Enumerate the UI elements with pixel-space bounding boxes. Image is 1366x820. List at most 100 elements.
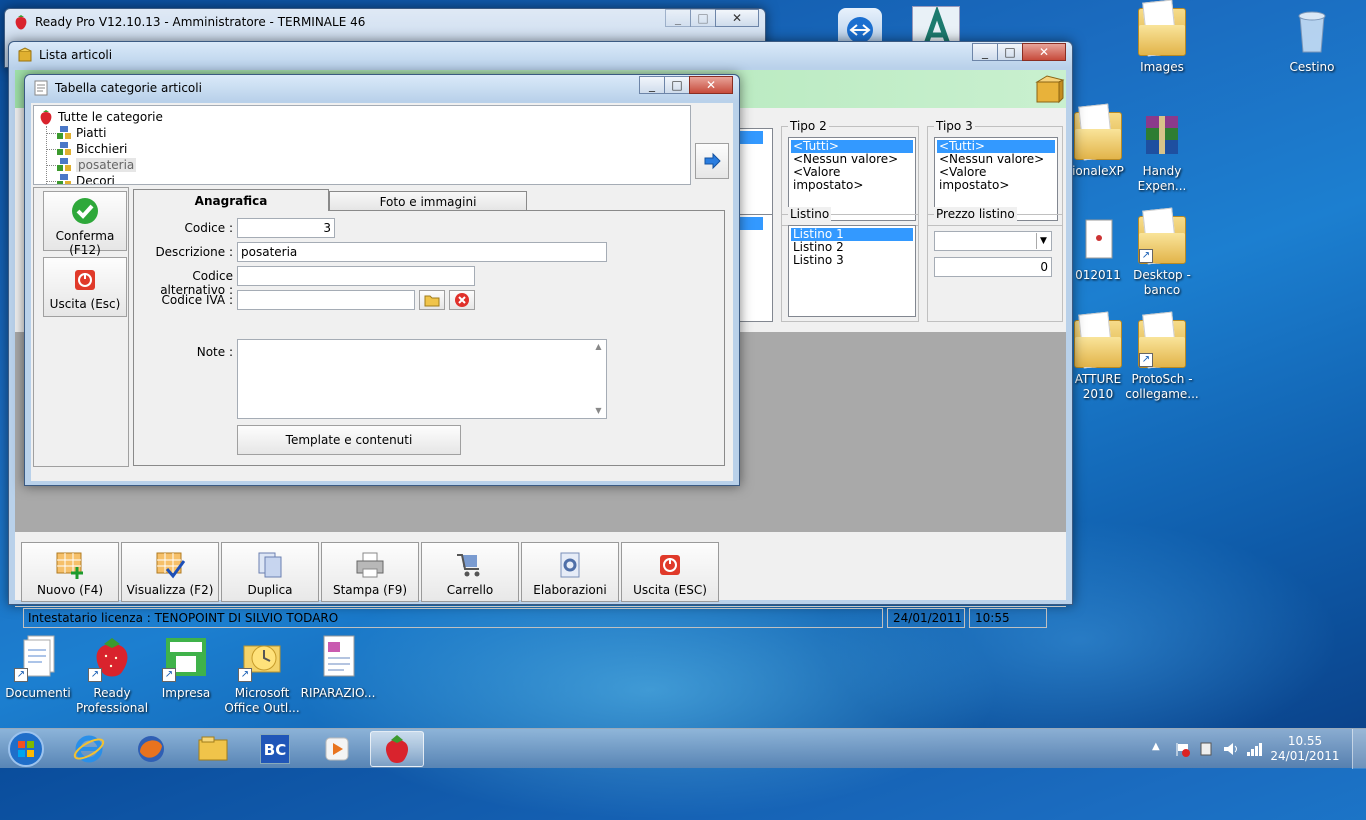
impresa-icon: ↗	[162, 634, 210, 682]
category-icon	[57, 142, 71, 155]
toolbar-label: Carrello	[446, 583, 494, 597]
conferma-label: Conferma (F12)	[55, 229, 115, 257]
clock-date: 24/01/2011	[1270, 749, 1340, 763]
desktop-icon-desktop-banco[interactable]: ↗ Desktop - banco	[1122, 216, 1202, 298]
tree-item[interactable]: Decori	[46, 173, 115, 184]
window-title: Tabella categorie articoli	[55, 81, 202, 95]
tab-label: Foto e immagini	[379, 195, 477, 209]
clear-iva-button[interactable]	[449, 290, 475, 310]
printer-icon	[355, 551, 385, 579]
tree-root-label: Tutte le categorie	[58, 110, 163, 124]
tree-item-label: Piatti	[76, 126, 107, 140]
status-date: 24/01/2011	[887, 608, 965, 628]
taskbar-bc[interactable]: BC	[248, 731, 302, 767]
nuovo-button[interactable]: Nuovo (F4)	[21, 542, 119, 602]
start-button[interactable]	[6, 730, 46, 768]
note-field[interactable]	[237, 339, 607, 419]
taskbar-ie[interactable]	[62, 731, 116, 767]
window-title: Lista articoli	[39, 48, 113, 62]
conferma-button[interactable]: Conferma (F12)	[43, 191, 127, 257]
categorie-titlebar: Tabella categorie articoli	[25, 75, 739, 101]
desktop-icon-label: Cestino	[1289, 60, 1335, 74]
tab-foto-immagini[interactable]: Foto e immagini	[329, 191, 527, 211]
tray-expand-icon[interactable]: ▲	[1152, 741, 1160, 752]
tree-item[interactable]: Piatti	[46, 125, 106, 141]
desktop-icon-impresa[interactable]: ↗ Impresa	[146, 634, 226, 701]
category-icon	[57, 174, 71, 184]
explorer-icon	[198, 736, 228, 761]
category-icon	[57, 158, 71, 171]
stampa-button[interactable]: Stampa (F9)	[321, 542, 419, 602]
tab-anagrafica[interactable]: Anagrafica	[133, 189, 329, 211]
note-scrollbar[interactable]: ▲ ▼	[591, 340, 606, 418]
desktop-icon-outlook[interactable]: ↗ Microsoft Office Outl...	[222, 634, 302, 716]
taskbar-explorer[interactable]	[186, 731, 240, 767]
descrizione-field[interactable]: posateria	[237, 242, 607, 262]
recycle-bin-icon	[1288, 8, 1336, 56]
strawberry-icon: ↗	[88, 634, 136, 682]
maximize-button[interactable]: □	[997, 43, 1023, 61]
tree-item-selected[interactable]: posateria	[46, 157, 137, 173]
taskbar-ready-pro[interactable]	[370, 731, 424, 767]
documents-icon: ↗	[14, 634, 62, 682]
desktop-icon-documenti[interactable]: ↗ Documenti	[0, 634, 78, 701]
tray-network-icon[interactable]	[1246, 741, 1264, 757]
list-item[interactable]: <Valore impostato>	[791, 166, 913, 192]
desktop-icon-cestino[interactable]: Cestino	[1272, 8, 1352, 75]
maximize-button[interactable]: □	[690, 9, 716, 27]
window-title: Ready Pro V12.10.13 - Amministratore - T…	[35, 15, 366, 29]
close-icon	[455, 293, 469, 307]
arrow-right-button[interactable]	[695, 143, 729, 179]
template-button-label: Template e contenuti	[285, 433, 413, 447]
view-table-icon	[155, 551, 186, 579]
desktop-icon-label: Microsoft Office Outl...	[224, 686, 300, 715]
show-desktop-button[interactable]	[1352, 729, 1366, 769]
list-item[interactable]: Listino 3	[791, 254, 913, 267]
listino-list[interactable]: Listino 1 Listino 2 Listino 3	[788, 225, 916, 317]
visualizza-button[interactable]: Visualizza (F2)	[121, 542, 219, 602]
carrello-button[interactable]: Carrello	[421, 542, 519, 602]
elaborazioni-button[interactable]: Elaborazioni	[521, 542, 619, 602]
status-time: 10:55	[969, 608, 1047, 628]
tree-root[interactable]: Tutte le categorie	[38, 109, 163, 125]
toolbar-label: Uscita (ESC)	[633, 583, 707, 597]
tray-device-icon[interactable]	[1198, 741, 1214, 757]
taskbar-media[interactable]	[310, 731, 364, 767]
checkmark-icon	[72, 198, 98, 224]
desktop-icon-protosch[interactable]: ↗ ProtoSch - collegame...	[1122, 320, 1202, 402]
close-button[interactable]: ✕	[689, 76, 733, 94]
duplica-button[interactable]: Duplica	[221, 542, 319, 602]
codice-alternativo-field[interactable]	[237, 266, 475, 286]
tree-item[interactable]: Bicchieri	[46, 141, 127, 157]
bc-icon: BC	[260, 734, 290, 764]
folder-icon	[1074, 320, 1122, 368]
tray-flag-icon[interactable]	[1174, 741, 1190, 757]
minimize-button[interactable]: _	[665, 9, 691, 27]
uscita-button[interactable]: Uscita (ESC)	[621, 542, 719, 602]
desktop-icon-ready-professional[interactable]: ↗ Ready Professional	[72, 634, 152, 716]
cart-icon	[455, 551, 485, 579]
list-item[interactable]: <Valore impostato>	[937, 166, 1055, 192]
chevron-down-icon[interactable]: ▼	[1036, 233, 1050, 249]
desktop-icon-images[interactable]: Images	[1122, 8, 1202, 75]
desktop-icon-handy-expen[interactable]: Handy Expen...	[1122, 112, 1202, 194]
uscita-esc-button[interactable]: Uscita (Esc)	[43, 257, 127, 317]
prezzo-listino-value[interactable]: 0	[934, 257, 1052, 277]
close-button[interactable]: ✕	[715, 9, 759, 27]
desktop-icon-riparazio[interactable]: RIPARAZIO...	[298, 634, 378, 701]
browse-iva-button[interactable]	[419, 290, 445, 310]
maximize-button[interactable]: □	[664, 76, 690, 94]
codice-iva-field[interactable]	[237, 290, 415, 310]
tab-label: Anagrafica	[194, 194, 268, 208]
prezzo-listino-select[interactable]	[934, 231, 1052, 251]
clock[interactable]: 10.55 24/01/2011	[1270, 734, 1340, 764]
taskbar-firefox[interactable]	[124, 731, 178, 767]
minimize-button[interactable]: _	[972, 43, 998, 61]
boxes-logo-icon	[1033, 72, 1065, 107]
tray-volume-icon[interactable]	[1222, 741, 1240, 757]
category-tree[interactable]: Tutte le categorie Piatti Bicchieri posa…	[33, 105, 691, 185]
template-contenuti-button[interactable]: Template e contenuti	[237, 425, 461, 455]
close-button[interactable]: ✕	[1022, 43, 1066, 61]
minimize-button[interactable]: _	[639, 76, 665, 94]
codice-field[interactable]: 3	[237, 218, 335, 238]
